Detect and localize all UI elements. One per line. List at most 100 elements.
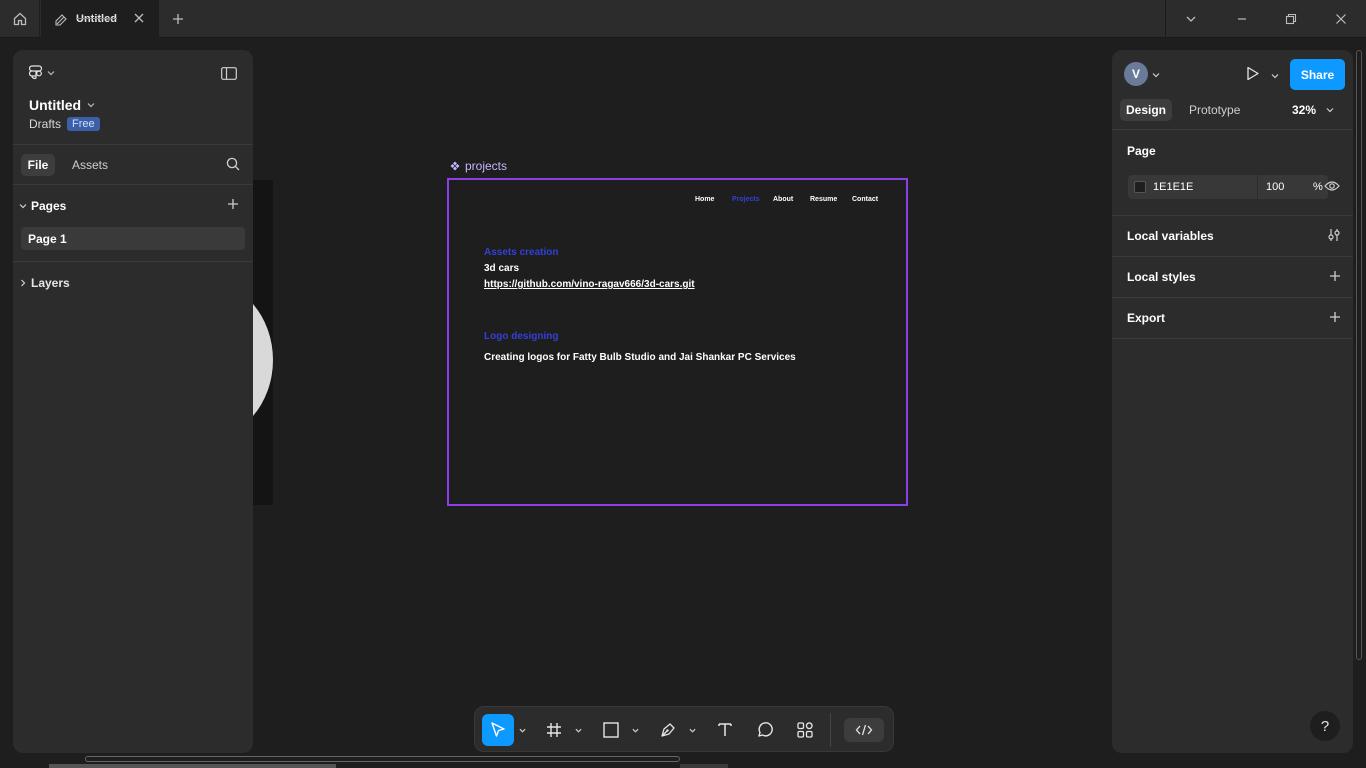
tab-design[interactable]: Design [1120,99,1172,121]
move-tool-menu[interactable] [517,714,527,746]
comment-tool[interactable] [750,714,780,746]
export-label[interactable]: Export [1127,311,1165,325]
shape-tool-menu[interactable] [630,714,640,746]
play-icon [1247,66,1259,81]
sliders-icon [1328,229,1340,241]
frame-tool-menu[interactable] [573,714,583,746]
scrollbar-thumb[interactable] [49,764,336,768]
plus-icon [228,199,238,209]
add-page-button[interactable] [227,198,239,213]
share-button[interactable]: Share [1290,59,1345,90]
chevron-down-icon [631,728,639,733]
resources-tool[interactable] [790,714,820,746]
move-tool[interactable] [482,714,514,746]
text-tool[interactable] [710,714,740,746]
tab-close-button[interactable] [133,12,145,27]
text-icon [718,723,732,736]
nav-projects[interactable]: Projects [732,196,760,203]
nav-home[interactable]: Home [695,196,714,203]
hex-input[interactable]: 1E1E1E [1153,181,1193,193]
nav-contact[interactable]: Contact [852,196,878,203]
local-variables-label[interactable]: Local variables [1127,229,1214,243]
close-icon [134,13,144,23]
help-button[interactable]: ? [1310,711,1340,741]
opacity-input[interactable]: 100 [1266,181,1284,193]
avatar-menu-button[interactable] [1152,68,1160,82]
plus-icon [173,14,183,24]
frame-tool[interactable] [539,714,569,746]
window-close-button[interactable] [1331,9,1351,29]
search-button[interactable] [226,157,240,174]
minimize-button[interactable] [1232,9,1252,29]
visibility-toggle[interactable] [1324,180,1340,195]
section-text: Creating logos for Fatty Bulb Studio and… [484,352,796,363]
layers-heading: Layers [31,276,70,290]
local-variables-button[interactable] [1327,228,1341,245]
chevron-down-icon [688,728,696,733]
new-tab-button[interactable] [168,9,188,29]
eye-icon [1324,181,1340,191]
github-link[interactable]: https://github.com/vino-ragav666/3d-cars… [484,279,695,290]
present-options-button[interactable] [1271,69,1279,83]
left-panel: Untitled Drafts Free File Assets Pages P… [13,50,253,753]
rectangle-tool[interactable] [596,714,626,746]
zoom-dropdown[interactable]: 32% [1292,103,1334,117]
frame-icon [547,723,561,737]
file-name-button[interactable]: Untitled [29,97,95,113]
right-panel: V Share Design Prototype 32% Page 1E1E1E… [1112,50,1353,753]
chevron-right-icon [21,279,26,287]
nav-resume[interactable]: Resume [810,196,837,203]
chevron-down-icon [1271,74,1279,79]
divider [1112,215,1353,216]
plan-badge[interactable]: Free [67,117,100,131]
bottom-toolbar [474,706,894,752]
pages-header[interactable]: Pages [19,199,66,213]
section-title: Assets creation [484,247,559,258]
color-swatch[interactable] [1134,181,1146,193]
divider [1112,338,1353,339]
offscreen-frame [253,180,273,505]
main-menu-button[interactable] [29,65,55,81]
frame-label[interactable]: projects [450,159,507,173]
nav-about[interactable]: About [773,196,793,203]
add-export-button[interactable] [1329,311,1341,326]
avatar[interactable]: V [1124,62,1148,86]
projects-frame[interactable]: Home Projects About Resume Contact Asset… [447,178,908,506]
figma-logo-icon [29,65,43,80]
restore-button[interactable] [1281,9,1301,29]
plus-icon [1330,312,1340,322]
home-button[interactable] [0,0,40,38]
pen-tool[interactable] [653,714,683,746]
page-background-field[interactable]: 1E1E1E 100 % [1128,175,1328,199]
divider [13,144,253,145]
sidebar-icon [221,67,237,80]
vertical-scrollbar[interactable] [1356,50,1362,660]
add-style-button[interactable] [1329,270,1341,285]
pen-icon [661,723,675,737]
code-icon [855,724,873,736]
local-styles-label[interactable]: Local styles [1127,270,1196,284]
toolbar-divider [830,713,831,747]
tab-file[interactable]: File [21,154,55,176]
drafts-link[interactable]: Drafts [29,117,61,131]
chevron-down-icon [1186,16,1196,22]
zoom-value: 32% [1292,103,1317,117]
cursor-icon [491,722,505,737]
horizontal-scrollbar[interactable] [85,756,680,762]
rectangle-icon [603,722,619,738]
tab-prototype[interactable]: Prototype [1189,103,1240,117]
home-icon [13,12,26,26]
sidebar-toggle-button[interactable] [221,67,237,83]
file-tab[interactable]: Untitled [41,0,159,38]
present-button[interactable] [1246,66,1260,84]
divider [1112,297,1353,298]
layers-header[interactable]: Layers [19,276,70,290]
dev-mode-toggle[interactable] [844,718,884,742]
tab-assets[interactable]: Assets [72,158,108,172]
scrollbar-track [680,764,728,768]
page-list-item[interactable]: Page 1 [21,227,245,250]
tabs-dropdown-button[interactable] [1181,9,1201,29]
chevron-down-icon [1152,73,1160,78]
pen-tool-menu[interactable] [687,714,697,746]
chevron-down-icon [19,204,27,209]
